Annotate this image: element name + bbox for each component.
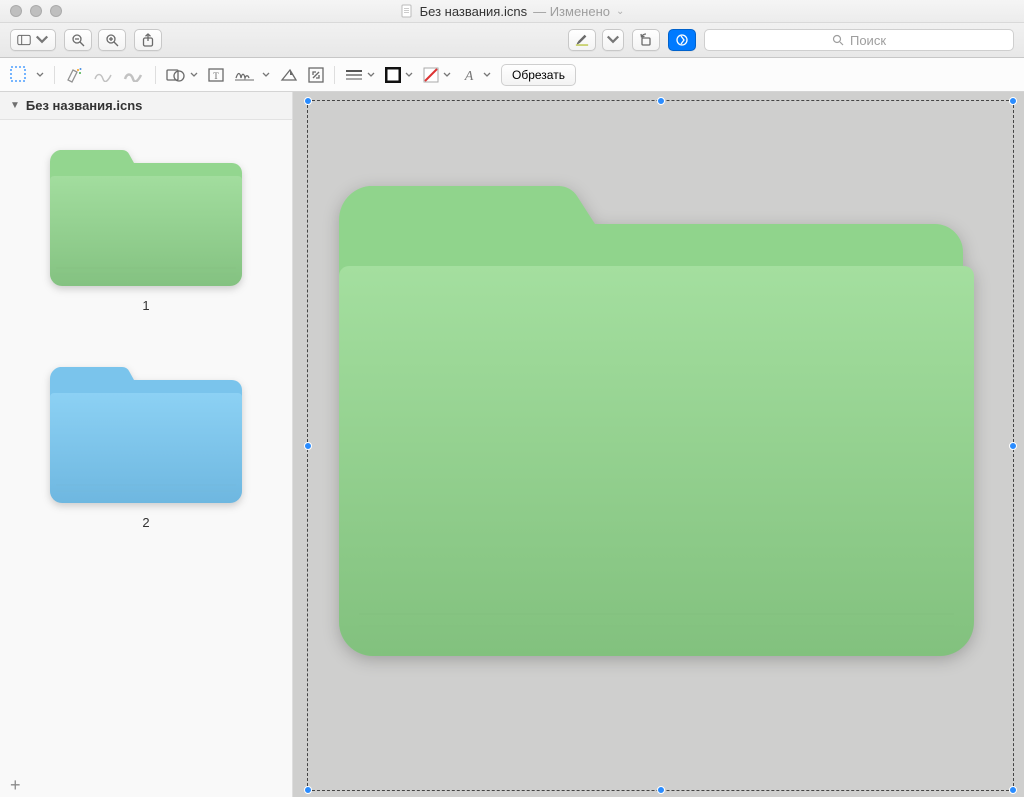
main-image	[339, 176, 974, 666]
folder-icon-green	[46, 136, 246, 286]
toolbar-separator	[155, 66, 156, 84]
thumbnail-label: 2	[142, 515, 149, 530]
document-icon	[400, 4, 414, 18]
toolbar-separator	[334, 66, 335, 84]
share-button[interactable]	[134, 29, 162, 51]
window-title-filename: Без названия.icns	[420, 4, 527, 19]
thumbnail-label: 1	[142, 298, 149, 313]
chevron-down-icon[interactable]: ⌄	[616, 6, 624, 17]
selection-handle[interactable]	[1009, 97, 1017, 105]
thumbnail-item[interactable]: 2	[0, 353, 292, 530]
crop-button[interactable]: Обрезать	[501, 64, 576, 86]
view-mode-button[interactable]	[10, 29, 56, 51]
selection-handle[interactable]	[1009, 786, 1017, 794]
adjust-color-tool[interactable]	[280, 63, 298, 87]
folder-icon-blue	[46, 353, 246, 503]
title-bar: Без названия.icns — Изменено ⌄	[0, 0, 1024, 23]
folder-icon-green-large	[339, 176, 974, 666]
selection-handle[interactable]	[657, 97, 665, 105]
selection-handle[interactable]	[304, 786, 312, 794]
selection-handle[interactable]	[1009, 442, 1017, 450]
search-icon	[832, 34, 844, 46]
instant-alpha-tool[interactable]	[65, 63, 83, 87]
shapes-tool[interactable]	[166, 63, 198, 87]
adjust-size-tool[interactable]	[308, 63, 324, 87]
svg-text:T: T	[213, 71, 219, 81]
selection-handle[interactable]	[657, 786, 665, 794]
content-area: ▼ Без названия.icns 1	[0, 92, 1024, 797]
rect-select-tool[interactable]	[10, 63, 44, 87]
minimize-window-button[interactable]	[30, 5, 42, 17]
canvas-area[interactable]	[293, 92, 1024, 797]
zoom-in-button[interactable]	[98, 29, 126, 51]
plus-icon: +	[10, 775, 21, 796]
toolbar-separator	[54, 66, 55, 84]
sidebar-header[interactable]: ▼ Без названия.icns	[0, 92, 292, 120]
markup-toolbar: T A Обрезать	[0, 58, 1024, 92]
thumbnail-list: 1 2	[0, 120, 292, 773]
zoom-out-button[interactable]	[64, 29, 92, 51]
draw-tool[interactable]	[123, 63, 145, 87]
add-page-button[interactable]: +	[0, 773, 292, 797]
window-title-status: Изменено	[550, 4, 610, 19]
main-toolbar: Поиск	[0, 23, 1024, 58]
maximize-window-button[interactable]	[50, 5, 62, 17]
markup-toggle-button[interactable]	[668, 29, 696, 51]
window-title: Без названия.icns — Изменено ⌄	[0, 4, 1024, 19]
text-tool[interactable]: T	[208, 63, 224, 87]
search-placeholder: Поиск	[850, 33, 886, 48]
sidebar-title: Без названия.icns	[26, 98, 142, 113]
border-color-tool[interactable]	[385, 63, 413, 87]
svg-text:A: A	[464, 69, 474, 83]
disclosure-triangle-icon[interactable]: ▼	[10, 100, 20, 111]
fill-color-tool[interactable]	[423, 63, 451, 87]
font-style-tool[interactable]: A	[461, 63, 491, 87]
highlight-dropdown[interactable]	[602, 29, 624, 51]
thumbnail-sidebar: ▼ Без названия.icns 1	[0, 92, 293, 797]
thumbnail-item[interactable]: 1	[0, 136, 292, 313]
line-style-tool[interactable]	[345, 63, 375, 87]
selection-handle[interactable]	[304, 97, 312, 105]
window-controls	[0, 5, 62, 17]
sign-tool[interactable]	[234, 63, 270, 87]
selection-handle[interactable]	[304, 442, 312, 450]
search-input[interactable]: Поиск	[704, 29, 1014, 51]
close-window-button[interactable]	[10, 5, 22, 17]
sketch-tool[interactable]	[93, 63, 113, 87]
highlight-button[interactable]	[568, 29, 596, 51]
rotate-button[interactable]	[632, 29, 660, 51]
